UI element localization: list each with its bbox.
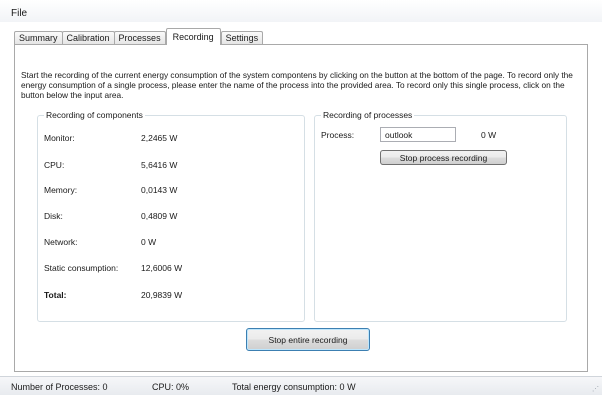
memory-value: 0,0143 W: [141, 185, 178, 195]
disk-label: Disk:: [44, 211, 63, 221]
status-cpu: CPU: 0%: [152, 382, 190, 392]
total-value: 20,9839 W: [141, 290, 183, 300]
process-power-value: 0 W: [481, 130, 497, 140]
processes-group: Recording of processes: [314, 110, 567, 322]
stop-process-recording-button[interactable]: Stop process recording: [380, 150, 507, 165]
disk-value: 0,4809 W: [141, 211, 178, 221]
cpu-value: 5,6416 W: [141, 160, 178, 170]
instructions-text: Start the recording of the current energ…: [21, 70, 573, 100]
tab-processes[interactable]: Processes: [113, 31, 166, 45]
monitor-value: 2,2465 W: [141, 133, 178, 143]
tab-calibration[interactable]: Calibration: [61, 31, 115, 45]
tab-recording[interactable]: Recording: [165, 28, 221, 45]
tab-strip: Summary Calibration Processes Recording …: [14, 28, 264, 45]
status-total-energy: Total energy consumption: 0 W: [232, 382, 356, 392]
static-consumption-value: 12,6006 W: [141, 263, 183, 273]
process-name-input[interactable]: [380, 127, 456, 142]
stop-entire-recording-button[interactable]: Stop entire recording: [246, 328, 370, 351]
menu-file[interactable]: File: [11, 8, 27, 19]
tab-settings[interactable]: Settings: [220, 31, 264, 45]
static-consumption-label: Static consumption:: [44, 263, 119, 273]
cpu-label: CPU:: [44, 160, 65, 170]
components-group-title: Recording of components: [44, 110, 145, 121]
menu-bar: File: [0, 0, 602, 22]
network-value: 0 W: [141, 237, 157, 247]
resize-grip-icon[interactable]: ⋰: [592, 385, 599, 393]
processes-group-title: Recording of processes: [321, 110, 415, 121]
tab-summary[interactable]: Summary: [14, 31, 63, 45]
memory-label: Memory:: [44, 185, 78, 195]
process-label: Process:: [321, 130, 355, 140]
network-label: Network:: [44, 237, 78, 247]
monitor-label: Monitor:: [44, 133, 75, 143]
status-process-count: Number of Processes: 0: [11, 382, 108, 392]
total-label: Total:: [44, 290, 67, 300]
status-bar: Number of Processes: 0 CPU: 0% Total ene…: [0, 376, 602, 395]
